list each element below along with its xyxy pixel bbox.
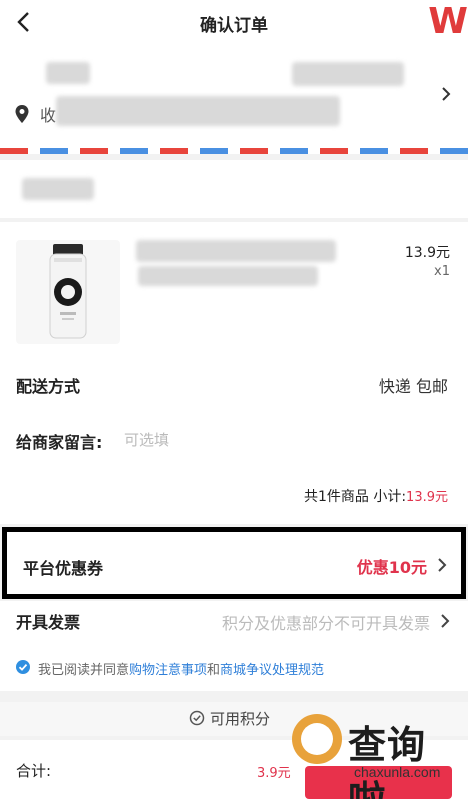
brand-logo: W <box>428 1 468 42</box>
total-label: 合计: <box>16 762 52 780</box>
agreement-joiner: 和 <box>207 663 221 678</box>
agreement-prefix: 我已阅读并同意 <box>38 663 130 678</box>
chevron-right-icon <box>441 614 450 628</box>
redacted-store-name <box>22 178 94 200</box>
agreement-row: 我已阅读并同意购物注意事项和商城争议处理规范 <box>0 641 468 691</box>
coupon-label: 平台优惠券 <box>23 559 104 578</box>
delivery-value[interactable]: 快递 包邮 <box>379 373 448 397</box>
shopping-notes-link[interactable]: 购物注意事项 <box>129 663 207 678</box>
chevron-right-icon <box>438 558 447 572</box>
chevron-right-icon <box>442 87 451 101</box>
platform-coupon-row[interactable]: 平台优惠券 优惠10元 <box>2 527 466 599</box>
redacted-recipient-name <box>46 62 90 84</box>
redacted-address <box>56 96 340 126</box>
subtotal-amount: 13.9元 <box>406 490 448 505</box>
location-pin-icon <box>15 105 29 123</box>
watermark-name: 查询啦 <box>348 723 427 799</box>
message-label: 给商家留言: <box>16 433 103 452</box>
message-input[interactable]: 可选填 <box>124 429 169 450</box>
subtotal: 共1件商品 小计:13.9元 <box>304 486 448 506</box>
points-label: 可用积分 <box>210 710 271 728</box>
invoice-note: 积分及优惠部分不可开具发票 <box>221 614 430 633</box>
address-prefix: 收 <box>40 106 57 125</box>
total-amount: 3.9元 <box>257 766 291 781</box>
invoice-row[interactable]: 开具发票 积分及优惠部分不可开具发票 <box>0 601 468 641</box>
redacted-recipient-phone <box>292 62 404 86</box>
subtotal-label: 共1件商品 小计: <box>303 489 407 505</box>
product-item[interactable]: 13.9元 x1 <box>0 222 468 352</box>
product-price: 13.9元 <box>404 245 450 261</box>
redacted-product-title <box>136 240 336 262</box>
top-bar: 确认订单 W <box>0 0 468 44</box>
envelope-stripe <box>0 148 468 154</box>
watermark-logo-icon <box>292 714 342 764</box>
checkbox-checked-icon[interactable] <box>16 660 30 674</box>
order-details: 配送方式 快递 包邮 给商家留言: 可选填 共1件商品 小计:13.9元 <box>0 352 468 524</box>
invoice-label: 开具发票 <box>16 613 81 632</box>
shampoo-bottle-image <box>49 244 87 339</box>
dispute-rules-link[interactable]: 商城争议处理规范 <box>220 663 324 678</box>
agreement-text: 我已阅读并同意购物注意事项和商城争议处理规范 <box>38 659 324 678</box>
product-quantity: x1 <box>434 264 450 279</box>
watermark-domain: chaxunla.com <box>354 764 441 780</box>
coupon-discount: 优惠10元 <box>356 558 427 577</box>
check-circle-icon <box>189 710 205 726</box>
product-thumbnail <box>16 240 120 344</box>
delivery-label: 配送方式 <box>16 377 81 396</box>
store-row[interactable] <box>0 160 468 218</box>
page-title: 确认订单 <box>200 16 268 36</box>
redacted-product-spec <box>138 266 318 286</box>
shipping-address-card[interactable]: 收 <box>0 44 468 154</box>
watermark: 查询啦 chaxunla.com <box>292 712 462 799</box>
